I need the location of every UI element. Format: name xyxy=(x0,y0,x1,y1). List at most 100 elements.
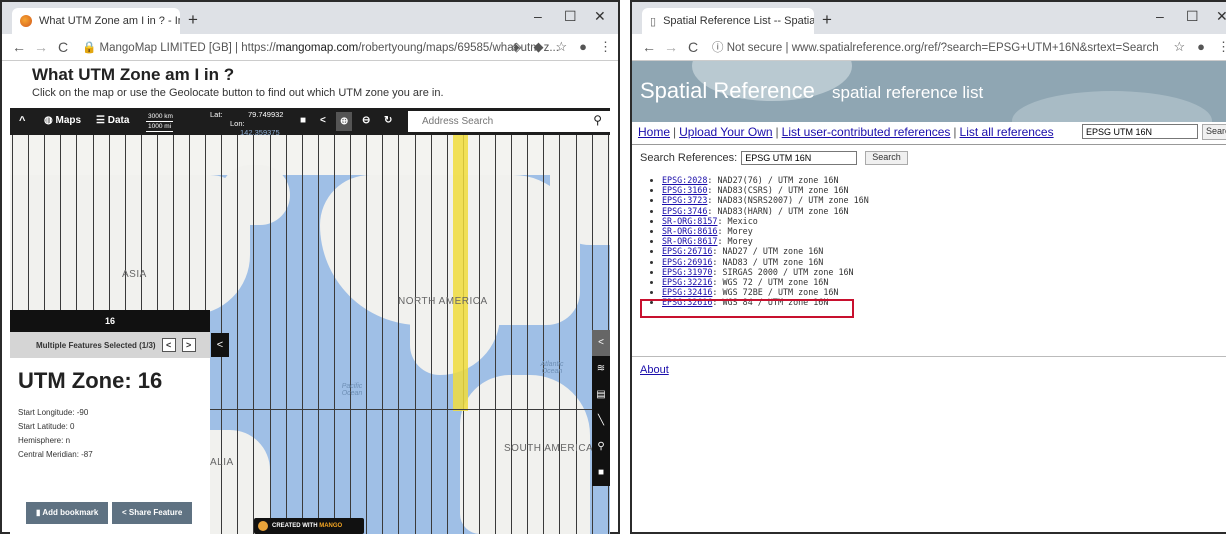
utm-zone-line xyxy=(382,135,383,534)
nav-search-input[interactable] xyxy=(1082,124,1198,139)
tab-title: What UTM Zone am I in ? - Intern xyxy=(39,15,180,27)
search-references-input[interactable] xyxy=(741,151,858,165)
maximize-button[interactable]: ☐ xyxy=(1186,8,1199,25)
browser-tab-spatialreference[interactable]: ▯ Spatial Reference List -- Spatial R × xyxy=(642,8,814,34)
url-field[interactable]: 🔒 MangoMap LIMITED [GB] | https://mangom… xyxy=(82,40,559,54)
result-code-link[interactable]: EPSG:26916 xyxy=(662,257,712,267)
search-icon[interactable]: ⚲ xyxy=(593,113,602,127)
nav-link-upload[interactable]: Upload Your Own xyxy=(679,125,772,139)
label-south-america: SOUTH AMERICA xyxy=(504,443,594,454)
utm-zone-line xyxy=(286,135,287,534)
panel-header: Multiple Features Selected (1/3) < > xyxy=(10,332,210,358)
address-search-input[interactable] xyxy=(408,111,610,132)
refresh-map-icon[interactable]: ↻ xyxy=(384,115,392,126)
menu-kebab-icon[interactable]: ⋮ xyxy=(1217,39,1226,55)
layers-icon[interactable]: ≋ xyxy=(592,356,610,382)
back-button[interactable]: ← xyxy=(8,39,30,55)
share-tool-icon[interactable]: < xyxy=(320,115,326,126)
lat-label: Lat: xyxy=(210,110,223,119)
created-with-mango-badge[interactable]: CREATED WITH MANGO xyxy=(254,518,364,534)
result-code-link[interactable]: EPSG:3160 xyxy=(662,185,707,195)
close-window-button[interactable]: ✕ xyxy=(594,8,606,25)
result-name: : SIRGAS 2000 / UTM zone 16N xyxy=(712,266,854,277)
new-tab-button[interactable]: + xyxy=(188,10,198,30)
zoom-in-icon[interactable]: ⊕ xyxy=(336,112,353,131)
result-name: : WGS 72BE / UTM zone 16N xyxy=(712,287,839,298)
result-code-link[interactable]: EPSG:32416 xyxy=(662,287,712,297)
about-link[interactable]: About xyxy=(640,364,669,376)
bookmark-tool-icon[interactable]: ■ xyxy=(300,115,306,126)
extension-icon[interactable]: ◈ xyxy=(511,39,521,55)
collapse-panel-button[interactable]: < xyxy=(211,333,229,357)
nav-search-button[interactable]: Search xyxy=(1202,124,1226,140)
reload-button[interactable]: C xyxy=(682,39,704,55)
profile-icon[interactable]: ● xyxy=(579,39,587,55)
utm-zone-line xyxy=(334,135,335,534)
nav-link-user-contributed[interactable]: List user-contributed references xyxy=(782,125,951,139)
bookmark-star-icon[interactable]: ☆ xyxy=(555,39,567,55)
bookmark-star-icon[interactable]: ☆ xyxy=(1173,39,1185,55)
measure-icon[interactable]: ╲ xyxy=(592,408,610,434)
previous-feature-button[interactable]: < xyxy=(161,338,176,352)
share-feature-button[interactable]: < Share Feature xyxy=(112,502,193,524)
result-item: SR-ORG:8617: Morey xyxy=(662,236,1226,246)
menu-kebab-icon[interactable]: ⋮ xyxy=(599,39,612,55)
new-tab-button[interactable]: + xyxy=(822,10,832,30)
brand-name: MANGO xyxy=(319,523,343,529)
close-window-button[interactable]: ✕ xyxy=(1216,8,1226,25)
url-field[interactable]: ⓘ Not secure | www.spatialreference.org/… xyxy=(712,39,1159,55)
maps-button[interactable]: ◍ Maps xyxy=(44,115,81,126)
minimize-button[interactable]: – xyxy=(1156,8,1164,24)
result-code-link[interactable]: EPSG:31970 xyxy=(662,267,712,277)
profile-icon[interactable]: ● xyxy=(1197,39,1205,55)
reload-button[interactable]: C xyxy=(52,39,74,55)
result-code-link[interactable]: SR-ORG:8617 xyxy=(662,236,717,246)
browser-window-spatialreference: ▯ Spatial Reference List -- Spatial R × … xyxy=(630,0,1226,534)
site-nav: Home | Upload Your Own | List user-contribut… xyxy=(632,122,1226,144)
data-label: Data xyxy=(107,115,130,126)
scale-bar: 3000 km 1000 mi xyxy=(146,112,173,132)
result-name: : NAD27(76) / UTM zone 16N xyxy=(707,175,839,185)
feature-info-panel: Multiple Features Selected (1/3) < > UTM… xyxy=(10,332,210,534)
utm-zone-title: UTM Zone: 16 xyxy=(18,368,163,393)
maximize-button[interactable]: ☐ xyxy=(564,8,577,25)
back-button[interactable]: ← xyxy=(638,39,660,55)
legend-icon[interactable]: ▤ xyxy=(592,382,610,408)
zone-number-bar: 16 xyxy=(10,310,210,332)
search-references-button[interactable]: Search xyxy=(865,151,908,165)
result-code-link[interactable]: EPSG:32216 xyxy=(662,277,712,287)
browser-tab-mangomap[interactable]: What UTM Zone am I in ? - Intern × xyxy=(12,8,180,34)
add-bookmark-button[interactable]: ▮ Add bookmark xyxy=(26,502,109,524)
feature-properties: Start Longitude: -90 Start Latitude: 0 H… xyxy=(10,394,210,462)
geolocate-icon[interactable]: ⚲ xyxy=(592,434,610,460)
collapse-header-button[interactable]: ^ xyxy=(19,115,25,127)
label-australia: ALIA xyxy=(210,457,234,468)
result-code-link[interactable]: SR-ORG:8157 xyxy=(662,216,717,226)
nav-link-all-references[interactable]: List all references xyxy=(960,125,1054,139)
nav-separator: | xyxy=(673,125,677,139)
site-logo[interactable]: Spatial Reference xyxy=(640,78,815,104)
data-button[interactable]: ☰ Data xyxy=(96,115,129,126)
property-start-longitude: Start Longitude: -90 xyxy=(18,408,89,417)
forward-button[interactable]: → xyxy=(660,39,682,55)
coordinate-readout: Lat: 79.749932 Lon: 142.359375 xyxy=(210,110,283,137)
expand-tools-icon[interactable]: < xyxy=(592,330,610,356)
zoom-out-icon[interactable]: ⊖ xyxy=(362,115,370,126)
result-code-link[interactable]: EPSG:2028 xyxy=(662,175,707,185)
nav-link-home[interactable]: Home xyxy=(638,125,670,139)
result-code-link[interactable]: EPSG:3746 xyxy=(662,206,707,216)
url-host: mangomap.com xyxy=(275,42,359,54)
next-feature-button[interactable]: > xyxy=(181,338,196,352)
result-code-link[interactable]: EPSG:26716 xyxy=(662,246,712,256)
bookmarks-icon[interactable]: ■ xyxy=(592,460,610,486)
site-banner: Spatial Reference spatial reference list xyxy=(632,61,1226,122)
property-hemisphere: Hemisphere: n xyxy=(18,436,71,445)
result-code-link[interactable]: EPSG:3723 xyxy=(662,195,707,205)
extension-icon-2[interactable]: ◆ xyxy=(533,39,543,55)
result-item: EPSG:3723: NAD83(NSRS2007) / UTM zone 16… xyxy=(662,195,1226,205)
utm-zone-line xyxy=(270,135,271,534)
minimize-button[interactable]: – xyxy=(534,8,542,24)
result-code-link[interactable]: SR-ORG:8616 xyxy=(662,226,717,236)
forward-button[interactable]: → xyxy=(30,39,52,55)
utm-zone-line xyxy=(527,135,528,534)
